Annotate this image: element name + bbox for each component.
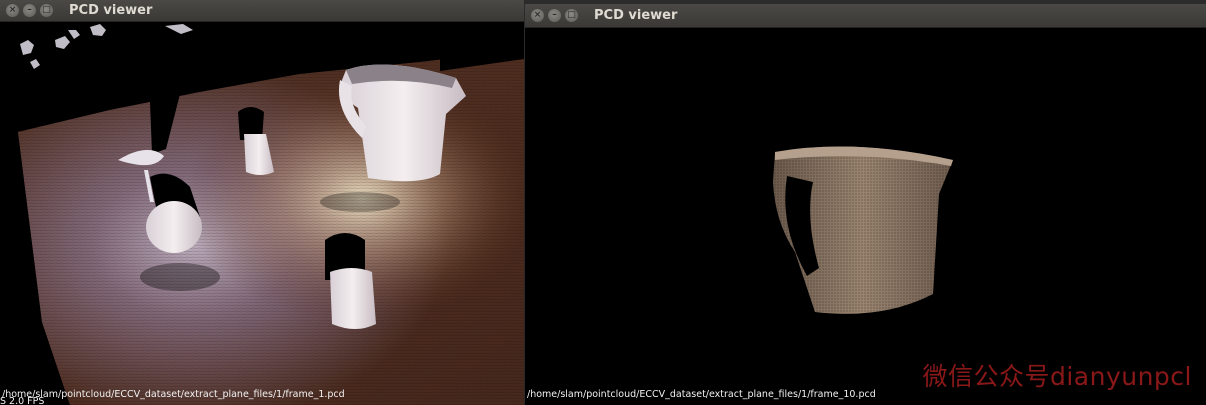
watermark-text: 微信公众号dianyunpcl	[922, 362, 1192, 391]
maximize-icon[interactable]: □	[40, 4, 53, 17]
fps-label: S 2.0 FPS	[0, 396, 45, 405]
titlebar[interactable]: × – □ PCD viewer	[0, 0, 524, 22]
point-cloud-viewport[interactable]: /home/slam/pointcloud/ECCV_dataset/extra…	[0, 22, 524, 405]
file-path-label: /home/slam/pointcloud/ECCV_dataset/extra…	[2, 389, 345, 400]
window-title: PCD viewer	[594, 8, 678, 23]
point-cloud-viewport[interactable]: /home/slam/pointcloud/ECCV_dataset/extra…	[525, 28, 1206, 405]
minimize-icon[interactable]: –	[548, 9, 561, 22]
file-path-label: /home/slam/pointcloud/ECCV_dataset/extra…	[527, 389, 876, 400]
pcd-viewer-window-right[interactable]: × – □ PCD viewer /home/slam/pointcloud/E…	[524, 0, 1206, 405]
noise-fragments	[20, 24, 193, 69]
window-controls: × – □	[6, 4, 53, 17]
window-controls: × – □	[531, 9, 578, 22]
small-cup-bottom	[330, 268, 376, 329]
close-icon[interactable]: ×	[6, 4, 19, 17]
pitcher-point-cloud	[773, 146, 953, 314]
minimize-icon[interactable]: –	[23, 4, 36, 17]
pcd-viewer-window-left[interactable]: × – □ PCD viewer /home/slam/pointcloud/E…	[0, 0, 524, 405]
scene-point-cloud	[18, 24, 524, 405]
window-title: PCD viewer	[69, 3, 153, 18]
close-icon[interactable]: ×	[531, 9, 544, 22]
maximize-icon[interactable]: □	[565, 9, 578, 22]
segmented-pitcher	[773, 146, 953, 314]
titlebar[interactable]: × – □ PCD viewer	[525, 4, 1206, 28]
